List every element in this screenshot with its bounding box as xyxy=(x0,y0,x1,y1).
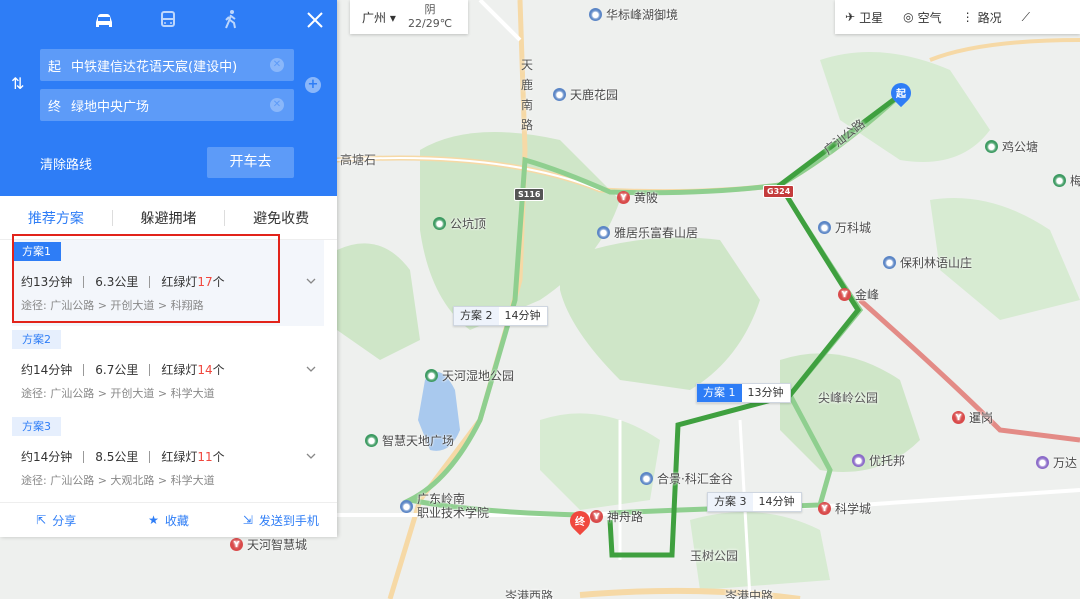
metro-icon: Y xyxy=(818,502,831,515)
shopping-icon: ● xyxy=(852,454,865,467)
ruler-icon: ⟋ xyxy=(1021,9,1030,24)
route-tag-2[interactable]: 方案 3 14分钟 xyxy=(707,492,802,512)
swap-icon[interactable]: ⇅ xyxy=(11,74,24,93)
city-selector[interactable]: 广州 ▾ xyxy=(350,9,408,26)
clear-start-icon[interactable]: ✕ xyxy=(270,58,284,72)
air-toggle[interactable]: ◎ 空气 xyxy=(893,0,952,34)
satellite-toggle[interactable]: ✈ 卫星 xyxy=(835,0,893,34)
plan-highlight-box xyxy=(12,234,280,323)
close-icon[interactable] xyxy=(303,8,327,32)
metro-icon: Y xyxy=(230,538,243,551)
poi-baoli[interactable]: ● 保利林语山庄 xyxy=(883,254,972,271)
poi-shenzhou[interactable]: Y 神舟路 xyxy=(590,508,643,525)
route-tag-3[interactable]: 方案 2 14分钟 xyxy=(453,306,548,326)
poi-jinfeng[interactable]: Y 金峰 xyxy=(838,286,879,303)
location-icon: ● xyxy=(597,226,610,239)
traffic-toggle[interactable]: ⋮ 路况 xyxy=(952,0,1012,34)
poi-yushu-park: 玉树公园 xyxy=(690,549,739,563)
location-icon: ● xyxy=(818,221,831,234)
route-actions: ⇱ 分享 ★ 收藏 ⇲ 发送到手机 xyxy=(0,502,337,537)
plan-item[interactable]: 方案3 约14分钟 8.5公里 红绿灯 11 个 途径: 广汕公路 > 大观北路 > 科… xyxy=(12,415,324,501)
share-icon: ⇱ xyxy=(36,513,47,527)
poi-tianlu-garden[interactable]: ● 天鹿花园 xyxy=(553,86,618,103)
metro-icon: Y xyxy=(590,510,603,523)
caret-down-icon: ▾ xyxy=(389,10,396,25)
poi-mei[interactable]: ● 梅 xyxy=(1053,172,1080,189)
location-icon: ● xyxy=(640,472,653,485)
poi-tianhe-smart[interactable]: Y 天河智慧城 xyxy=(230,536,307,553)
car-icon[interactable] xyxy=(92,8,116,32)
traffic-light-icon: ⋮ xyxy=(961,10,974,24)
park-icon: ● xyxy=(433,217,446,230)
bus-icon[interactable] xyxy=(156,8,180,32)
tab-recommended[interactable]: 推荐方案 xyxy=(0,208,112,228)
weather: 阴 22/29℃ xyxy=(408,3,453,30)
location-icon: ● xyxy=(589,8,602,21)
location-icon: ● xyxy=(883,256,896,269)
walk-icon[interactable] xyxy=(219,8,243,32)
metro-icon: Y xyxy=(952,411,965,424)
clear-route-button[interactable]: 清除路线 xyxy=(40,154,92,173)
star-icon: ★ xyxy=(148,513,159,527)
poi-vanke[interactable]: ● 万科城 xyxy=(818,219,871,236)
chevron-down-icon[interactable] xyxy=(306,451,316,461)
route-tag-1[interactable]: 方案 1 13分钟 xyxy=(696,383,791,403)
end-input[interactable]: 终绿地中央广场 ✕ xyxy=(40,89,294,121)
shopping-icon: ● xyxy=(1036,456,1049,469)
poi-jigongtang[interactable]: ● 鸡公塘 xyxy=(985,138,1038,155)
road-bottom-right: 岑港中路 xyxy=(725,589,774,599)
metro-icon: Y xyxy=(838,288,851,301)
park-icon: ● xyxy=(985,140,998,153)
park-icon: ● xyxy=(365,434,378,447)
ruler-tool[interactable]: ⟋ xyxy=(1012,0,1040,34)
air-icon: ◎ xyxy=(903,10,914,24)
share-button[interactable]: ⇱ 分享 xyxy=(0,512,112,529)
poi-wanda[interactable]: ● 万达 xyxy=(1036,454,1077,471)
park-icon: ● xyxy=(1053,174,1066,187)
chevron-down-icon[interactable] xyxy=(306,276,316,286)
poi-gonggeng[interactable]: ● 公坑顶 xyxy=(433,215,486,232)
end-pin-icon[interactable]: 终 xyxy=(565,506,595,537)
poi-huabiao[interactable]: ● 华标峰湖御境 xyxy=(589,6,678,23)
location-icon: ● xyxy=(553,88,566,101)
favorite-button[interactable]: ★ 收藏 xyxy=(112,512,224,529)
poi-kexue[interactable]: Y 科学城 xyxy=(818,500,871,517)
poi-youtuobang[interactable]: ● 优托邦 xyxy=(852,452,905,469)
shield-s116: S116 xyxy=(514,188,545,201)
road-bottom-left: 岑港西路 xyxy=(505,589,554,599)
park-icon: ● xyxy=(425,369,438,382)
poi-gaotang: 高塘石 xyxy=(340,153,377,167)
poi-huangpo[interactable]: Y 黄陂 xyxy=(617,189,658,206)
poi-hejing[interactable]: ● 合景·科汇金谷 xyxy=(640,470,733,487)
send-icon: ⇲ xyxy=(242,513,253,527)
start-input[interactable]: 起中铁建信达花语天宸(建设中) ✕ xyxy=(40,49,294,81)
tab-avoid-toll[interactable]: 避免收费 xyxy=(225,208,337,228)
send-to-phone-button[interactable]: ⇲ 发送到手机 xyxy=(225,512,337,529)
metro-icon: Y xyxy=(617,191,630,204)
school-icon: ● xyxy=(400,499,413,513)
poi-luogang[interactable]: Y 暹岗 xyxy=(952,409,993,426)
plan-item[interactable]: 方案2 约14分钟 6.7公里 红绿灯 14 个 途径: 广汕公路 > 开创大道 > 科… xyxy=(12,328,324,414)
tab-avoid-congestion[interactable]: 躲避拥堵 xyxy=(113,208,225,228)
road-tianlu: 天鹿南路 xyxy=(520,58,533,132)
poi-yaju[interactable]: ● 雅居乐富春山居 xyxy=(597,224,698,241)
satellite-icon: ✈ xyxy=(845,10,856,24)
poi-college[interactable]: ● 广东岭南 职业技术学院 xyxy=(400,492,489,520)
city-weather-bar[interactable]: 广州 ▾ 阴 22/29℃ xyxy=(350,0,468,34)
add-waypoint-icon[interactable]: + xyxy=(305,77,321,93)
poi-jianfeng-park: 尖峰岭公园 xyxy=(818,391,879,405)
chevron-down-icon[interactable] xyxy=(306,364,316,374)
map-toolbar: ✈ 卫星 ◎ 空气 ⋮ 路况 ⟋ xyxy=(835,0,1080,34)
route-search-header: ⇅ 起中铁建信达花语天宸(建设中) ✕ 终绿地中央广场 ✕ + 清除路线 开车去 xyxy=(0,0,337,196)
poi-tianhe-wetland[interactable]: ● 天河湿地公园 xyxy=(425,367,514,384)
drive-button[interactable]: 开车去 xyxy=(207,147,294,178)
route-panel: ⇅ 起中铁建信达花语天宸(建设中) ✕ 终绿地中央广场 ✕ + 清除路线 开车去 推… xyxy=(0,0,337,537)
shield-g324: G324 xyxy=(763,185,795,198)
clear-end-icon[interactable]: ✕ xyxy=(270,98,284,112)
start-pin-icon[interactable]: 起 xyxy=(886,78,916,109)
poi-zhihui-park[interactable]: ● 智慧天地广场 xyxy=(365,432,454,449)
